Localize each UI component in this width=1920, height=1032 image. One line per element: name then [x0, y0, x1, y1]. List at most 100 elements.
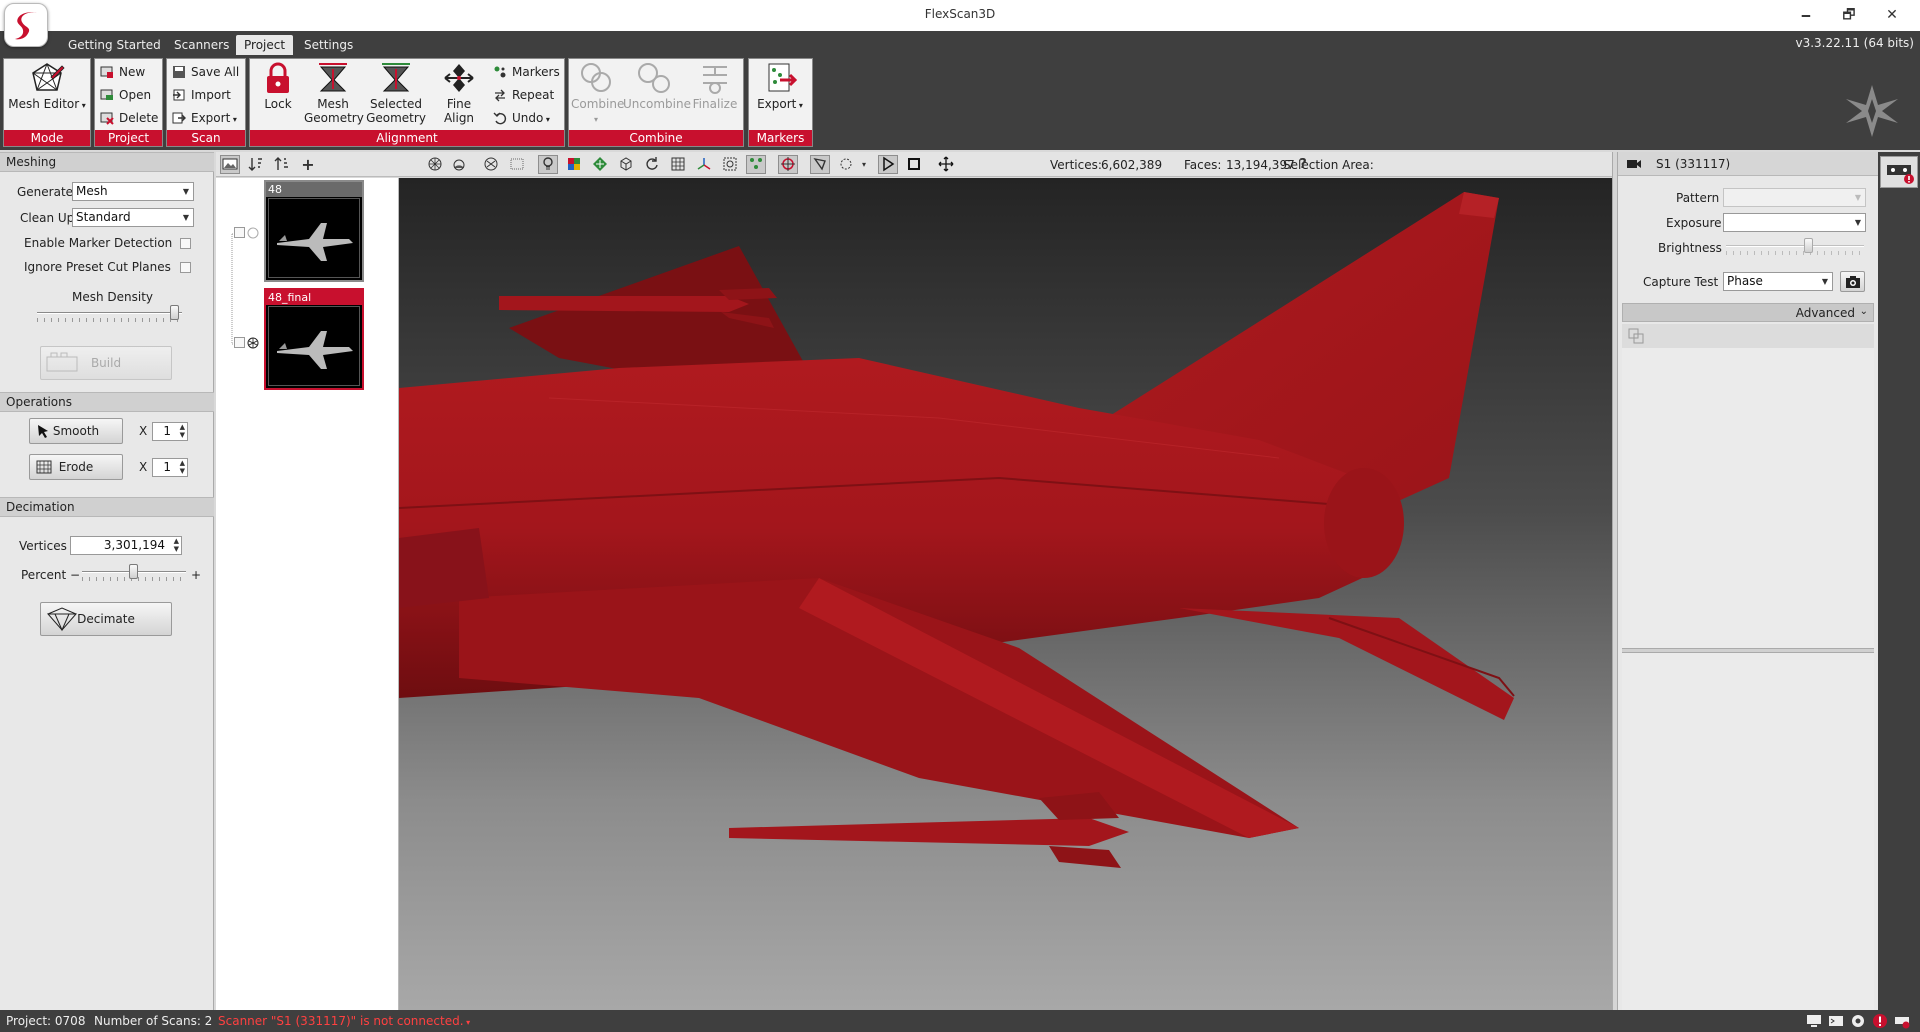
- scanner-small-icon[interactable]: [1894, 1013, 1910, 1029]
- align-view-button[interactable]: [590, 155, 610, 174]
- bounding-box-button[interactable]: [720, 155, 740, 174]
- erode-label: Erode: [58, 460, 94, 474]
- brightness-slider[interactable]: [1726, 238, 1864, 256]
- status-bar: Project: 0708 Number of Scans: 2 Scanner…: [0, 1010, 1920, 1032]
- scan-thumbnail-48[interactable]: 48: [264, 180, 364, 282]
- reset-view-button[interactable]: [642, 155, 662, 174]
- error-icon[interactable]: [1872, 1013, 1888, 1029]
- tab-settings[interactable]: Settings: [296, 35, 361, 55]
- lighting-button[interactable]: [538, 155, 558, 174]
- smooth-iterations-input[interactable]: 1 ▲ ▼: [152, 422, 188, 441]
- smooth-button[interactable]: Smooth: [29, 418, 123, 444]
- shaded-view-button[interactable]: [449, 155, 469, 174]
- percent-minus[interactable]: −: [70, 568, 80, 582]
- open-button[interactable]: Open: [100, 85, 151, 105]
- save-all-button[interactable]: Save All: [172, 62, 239, 82]
- move-button[interactable]: [936, 155, 956, 174]
- decimate-button[interactable]: Decimate: [40, 602, 172, 636]
- sort-descending-button[interactable]: [272, 155, 292, 174]
- add-group-button[interactable]: +: [298, 155, 318, 174]
- scan-48-final-checkbox[interactable]: [234, 337, 245, 348]
- scan-thumbnail-48-final[interactable]: 48_final: [264, 288, 364, 390]
- spinner-arrows-icon[interactable]: ▲ ▼: [180, 423, 185, 439]
- advanced-toggle[interactable]: Advanced ⌄: [1622, 303, 1874, 322]
- grid-button[interactable]: [668, 155, 688, 174]
- mesh-view-button[interactable]: [481, 155, 501, 174]
- restore-button[interactable]: 🗗: [1829, 3, 1869, 27]
- mesh-editor-icon: [32, 63, 65, 91]
- 3d-viewport[interactable]: [399, 178, 1612, 1010]
- exposure-select[interactable]: ▼: [1723, 213, 1866, 232]
- axes-button[interactable]: [694, 155, 714, 174]
- slider-thumb[interactable]: [169, 305, 179, 320]
- stop-button[interactable]: [904, 155, 924, 174]
- repeat-button[interactable]: Repeat: [493, 85, 554, 105]
- import-button[interactable]: Import: [172, 85, 231, 105]
- terminal-icon[interactable]: [1828, 1013, 1844, 1029]
- combine-button[interactable]: Combine ▾: [571, 61, 625, 127]
- combine-label: Combine: [571, 97, 625, 111]
- tab-scanners[interactable]: Scanners: [166, 35, 237, 55]
- mesh-geometry-button[interactable]: Mesh Geometry: [304, 61, 364, 125]
- slider-thumb[interactable]: [129, 564, 138, 579]
- capture-snapshot-button[interactable]: [1840, 271, 1865, 292]
- cleanup-select[interactable]: Standard ▼: [72, 208, 194, 227]
- generate-select[interactable]: Mesh ▼: [72, 182, 194, 201]
- spinner-arrows-icon[interactable]: ▲ ▼: [174, 537, 179, 553]
- delete-button[interactable]: Delete: [100, 108, 158, 128]
- scan-48-checkbox[interactable]: [234, 227, 245, 238]
- build-button[interactable]: Build: [40, 346, 172, 380]
- tree-toolbar: +: [216, 152, 399, 177]
- percent-slider[interactable]: [82, 564, 186, 582]
- scanner-status-button[interactable]: [1880, 156, 1918, 188]
- markers-label: Markers: [512, 65, 560, 79]
- mesh-editor-button[interactable]: Mesh Editor ▾: [6, 61, 88, 113]
- percent-plus[interactable]: +: [191, 568, 201, 582]
- erode-iterations-input[interactable]: 1 ▲ ▼: [152, 458, 188, 477]
- grid-icon: [671, 157, 685, 171]
- select-mode-button[interactable]: [778, 155, 798, 174]
- select-options-dropdown[interactable]: ▾: [858, 155, 870, 174]
- mesh-density-slider[interactable]: [37, 305, 182, 323]
- wireframe-view-button[interactable]: [425, 155, 445, 174]
- fine-align-button[interactable]: Fine Align: [430, 61, 488, 125]
- settings-gear-icon[interactable]: [1850, 1013, 1866, 1029]
- markers-icon: [494, 66, 506, 78]
- tab-project[interactable]: Project: [236, 35, 294, 55]
- app-logo-button[interactable]: [4, 3, 48, 47]
- markers-align-button[interactable]: Markers: [493, 62, 560, 82]
- close-button[interactable]: ✕: [1872, 3, 1912, 27]
- sort-ascending-button[interactable]: [246, 155, 266, 174]
- lock-button[interactable]: Lock: [256, 61, 300, 111]
- thumbnail-view-button[interactable]: [220, 155, 240, 174]
- marker-view-button[interactable]: [746, 155, 766, 174]
- cube-view-button[interactable]: [616, 155, 636, 174]
- lasso-select-button[interactable]: [810, 155, 830, 174]
- selected-geometry-button[interactable]: Selected Geometry: [365, 61, 427, 125]
- status-message[interactable]: Scanner "S1 (331117)" is not connected. …: [218, 1014, 470, 1028]
- spinner-arrows-icon[interactable]: ▲ ▼: [180, 459, 185, 475]
- decimation-vertices-input[interactable]: 3,301,194 ▲ ▼: [70, 536, 182, 555]
- color-map-button[interactable]: [564, 155, 584, 174]
- points-view-button[interactable]: [507, 155, 527, 174]
- uncombine-icon: [638, 63, 670, 93]
- erode-button[interactable]: Erode: [29, 454, 123, 480]
- tab-getting-started[interactable]: Getting Started: [60, 35, 169, 55]
- ignore-cut-planes-checkbox[interactable]: [180, 262, 191, 273]
- new-button[interactable]: New: [100, 62, 145, 82]
- monitor-icon[interactable]: [1806, 1013, 1822, 1029]
- undo-button[interactable]: Undo ▾: [493, 108, 550, 128]
- slider-thumb[interactable]: [1803, 238, 1813, 253]
- help-button[interactable]: ?: [1293, 155, 1313, 174]
- finalize-button[interactable]: Finalize: [691, 61, 739, 111]
- repeat-label: Repeat: [512, 88, 555, 102]
- circle-select-button[interactable]: [836, 155, 856, 174]
- pattern-select[interactable]: ▼: [1723, 188, 1866, 207]
- markers-export-button[interactable]: Export ▾: [751, 61, 809, 113]
- minimize-button[interactable]: 🗕: [1786, 3, 1826, 27]
- export-button[interactable]: Export ▾: [172, 108, 237, 128]
- marker-detection-checkbox[interactable]: [180, 238, 191, 249]
- uncombine-button[interactable]: Uncombine: [623, 61, 691, 111]
- capture-test-select[interactable]: Phase ▼: [1723, 272, 1833, 291]
- play-button[interactable]: [878, 155, 898, 174]
